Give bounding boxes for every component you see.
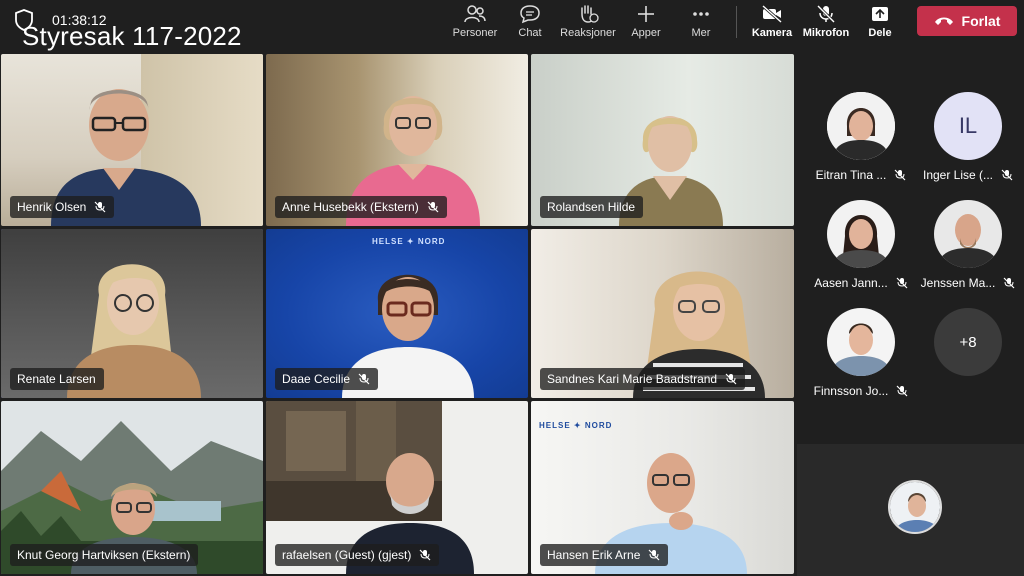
- helse-nord-logo: HELSE ✦ NORD: [372, 237, 446, 246]
- more-participants-button[interactable]: +8: [918, 308, 1018, 376]
- participant-avatar-item[interactable]: Jenssen Ma...: [918, 200, 1018, 290]
- participant-photo: [827, 200, 895, 268]
- participant-avatar-label: Inger Lise (...: [918, 168, 1018, 182]
- participant-name: Daae Cecilie: [282, 372, 351, 386]
- mic-off-icon: [896, 277, 908, 289]
- share-button[interactable]: Dele: [845, 2, 915, 48]
- video-tile[interactable]: Sandnes Kari Marie Baadstrand: [531, 229, 794, 398]
- participant-name: Anne Husebekk (Ekstern): [282, 200, 419, 214]
- share-icon: [872, 7, 888, 21]
- participant-name-tag: Daae Cecilie: [275, 368, 379, 390]
- participant-name: Finnsson Jo...: [813, 384, 889, 398]
- self-view-avatar[interactable]: [888, 480, 942, 534]
- participant-name: Knut Georg Hartviksen (Ekstern): [17, 548, 191, 562]
- video-tile-active-speaker[interactable]: Renate Larsen: [1, 229, 263, 398]
- participant-name: Aasen Jann...: [814, 276, 888, 290]
- participant-name-tag: Knut Georg Hartviksen (Ekstern): [10, 544, 199, 566]
- participant-name: Eitran Tina ...: [815, 168, 887, 182]
- people-label: Personer: [452, 27, 498, 39]
- participant-photo: [827, 308, 895, 376]
- share-label: Dele: [868, 27, 892, 39]
- meeting-toolbar: 01:38:12 Styresak 117-2022 Personer Chat…: [0, 0, 1024, 52]
- avatar: [827, 200, 895, 268]
- participant-name-tag: Rolandsen Hilde: [540, 196, 644, 218]
- more-participants-count: +8: [934, 308, 1002, 376]
- participant-avatar-label: Finnsson Jo...: [811, 384, 911, 398]
- avatar: [827, 308, 895, 376]
- logo-word-nord: NORD: [417, 237, 446, 246]
- participant-avatar-label: Eitran Tina ...: [811, 168, 911, 182]
- participant-avatar-item[interactable]: Aasen Jann...: [811, 200, 911, 290]
- participant-name: Inger Lise (...: [922, 168, 994, 182]
- meeting-title: Styresak 117-2022: [22, 21, 242, 51]
- video-tile[interactable]: rafaelsen (Guest) (gjest): [266, 401, 528, 574]
- video-tile[interactable]: Anne Husebekk (Ekstern): [266, 54, 528, 226]
- participant-name: Sandnes Kari Marie Baadstrand: [547, 372, 718, 386]
- participant-name: Rolandsen Hilde: [547, 200, 636, 214]
- video-tile[interactable]: Henrik Olsen: [1, 54, 263, 226]
- mic-off-icon: [894, 169, 906, 181]
- participant-avatar-item[interactable]: Finnsson Jo...: [811, 308, 911, 398]
- mic-off-icon: [94, 201, 106, 213]
- participant-name: rafaelsen (Guest) (gjest): [282, 548, 412, 562]
- avatar: [827, 92, 895, 160]
- participant-name-tag: rafaelsen (Guest) (gjest): [275, 544, 440, 566]
- video-tile[interactable]: Rolandsen Hilde: [531, 54, 794, 226]
- microphone-label: Mikrofon: [802, 27, 850, 39]
- mic-off-icon: [896, 385, 908, 397]
- mic-off-icon: [725, 373, 737, 385]
- more-button[interactable]: Mer: [666, 2, 736, 48]
- plus-icon: [638, 6, 654, 22]
- participant-name-tag: Henrik Olsen: [10, 196, 115, 218]
- participant-name: Renate Larsen: [17, 372, 96, 386]
- participant-photo: [827, 92, 895, 160]
- hang-up-icon: [934, 17, 953, 25]
- participant-photo: [934, 200, 1002, 268]
- mic-off-icon: [1001, 169, 1013, 181]
- video-tile[interactable]: Knut Georg Hartviksen (Ekstern): [1, 401, 263, 574]
- leave-label: Forlat: [961, 13, 1001, 29]
- mic-off-icon: [1003, 277, 1015, 289]
- mic-off-icon: [648, 549, 660, 561]
- participant-avatar-label: Aasen Jann...: [811, 276, 911, 290]
- people-icon: [464, 5, 486, 23]
- participant-avatar-item[interactable]: Eitran Tina ...: [811, 92, 911, 182]
- apps-label: Apper: [631, 27, 661, 39]
- participant-name: Henrik Olsen: [17, 200, 87, 214]
- logo-word-helse: HELSE: [539, 421, 571, 430]
- video-tile[interactable]: HELSE ✦ NORD Daae Cecilie: [266, 229, 528, 398]
- mic-off-icon: [358, 373, 370, 385]
- mic-off-icon: [419, 549, 431, 561]
- reactions-label: Reaksjoner: [560, 27, 616, 39]
- raise-hand-icon: [581, 5, 599, 23]
- participant-name-tag: Sandnes Kari Marie Baadstrand: [540, 368, 746, 390]
- participant-avatar-label: Jenssen Ma...: [918, 276, 1018, 290]
- mic-off-icon: [427, 201, 439, 213]
- camera-label: Kamera: [751, 27, 793, 39]
- logo-word-nord: NORD: [584, 421, 613, 430]
- participant-name-tag: Renate Larsen: [10, 368, 104, 390]
- avatar-initials: IL: [934, 92, 1002, 160]
- logo-word-helse: HELSE: [372, 237, 404, 246]
- chat-label: Chat: [518, 27, 542, 39]
- camera-off-icon: [762, 4, 782, 24]
- leave-button[interactable]: Forlat: [917, 6, 1017, 36]
- avatar: [934, 200, 1002, 268]
- more-icon: [693, 12, 709, 16]
- participant-name-tag: Anne Husebekk (Ekstern): [275, 196, 447, 218]
- chat-icon: [520, 5, 540, 24]
- video-tile[interactable]: HELSE ✦ NORD Hansen Erik Arne: [531, 401, 794, 574]
- helse-nord-logo: HELSE ✦ NORD: [539, 421, 613, 430]
- participant-avatar-item[interactable]: IL Inger Lise (...: [918, 92, 1018, 182]
- participant-name: Hansen Erik Arne: [547, 548, 641, 562]
- mic-off-icon: [816, 4, 836, 24]
- more-label: Mer: [691, 27, 711, 39]
- participant-name: Jenssen Ma...: [920, 276, 996, 290]
- participant-name-tag: Hansen Erik Arne: [540, 544, 669, 566]
